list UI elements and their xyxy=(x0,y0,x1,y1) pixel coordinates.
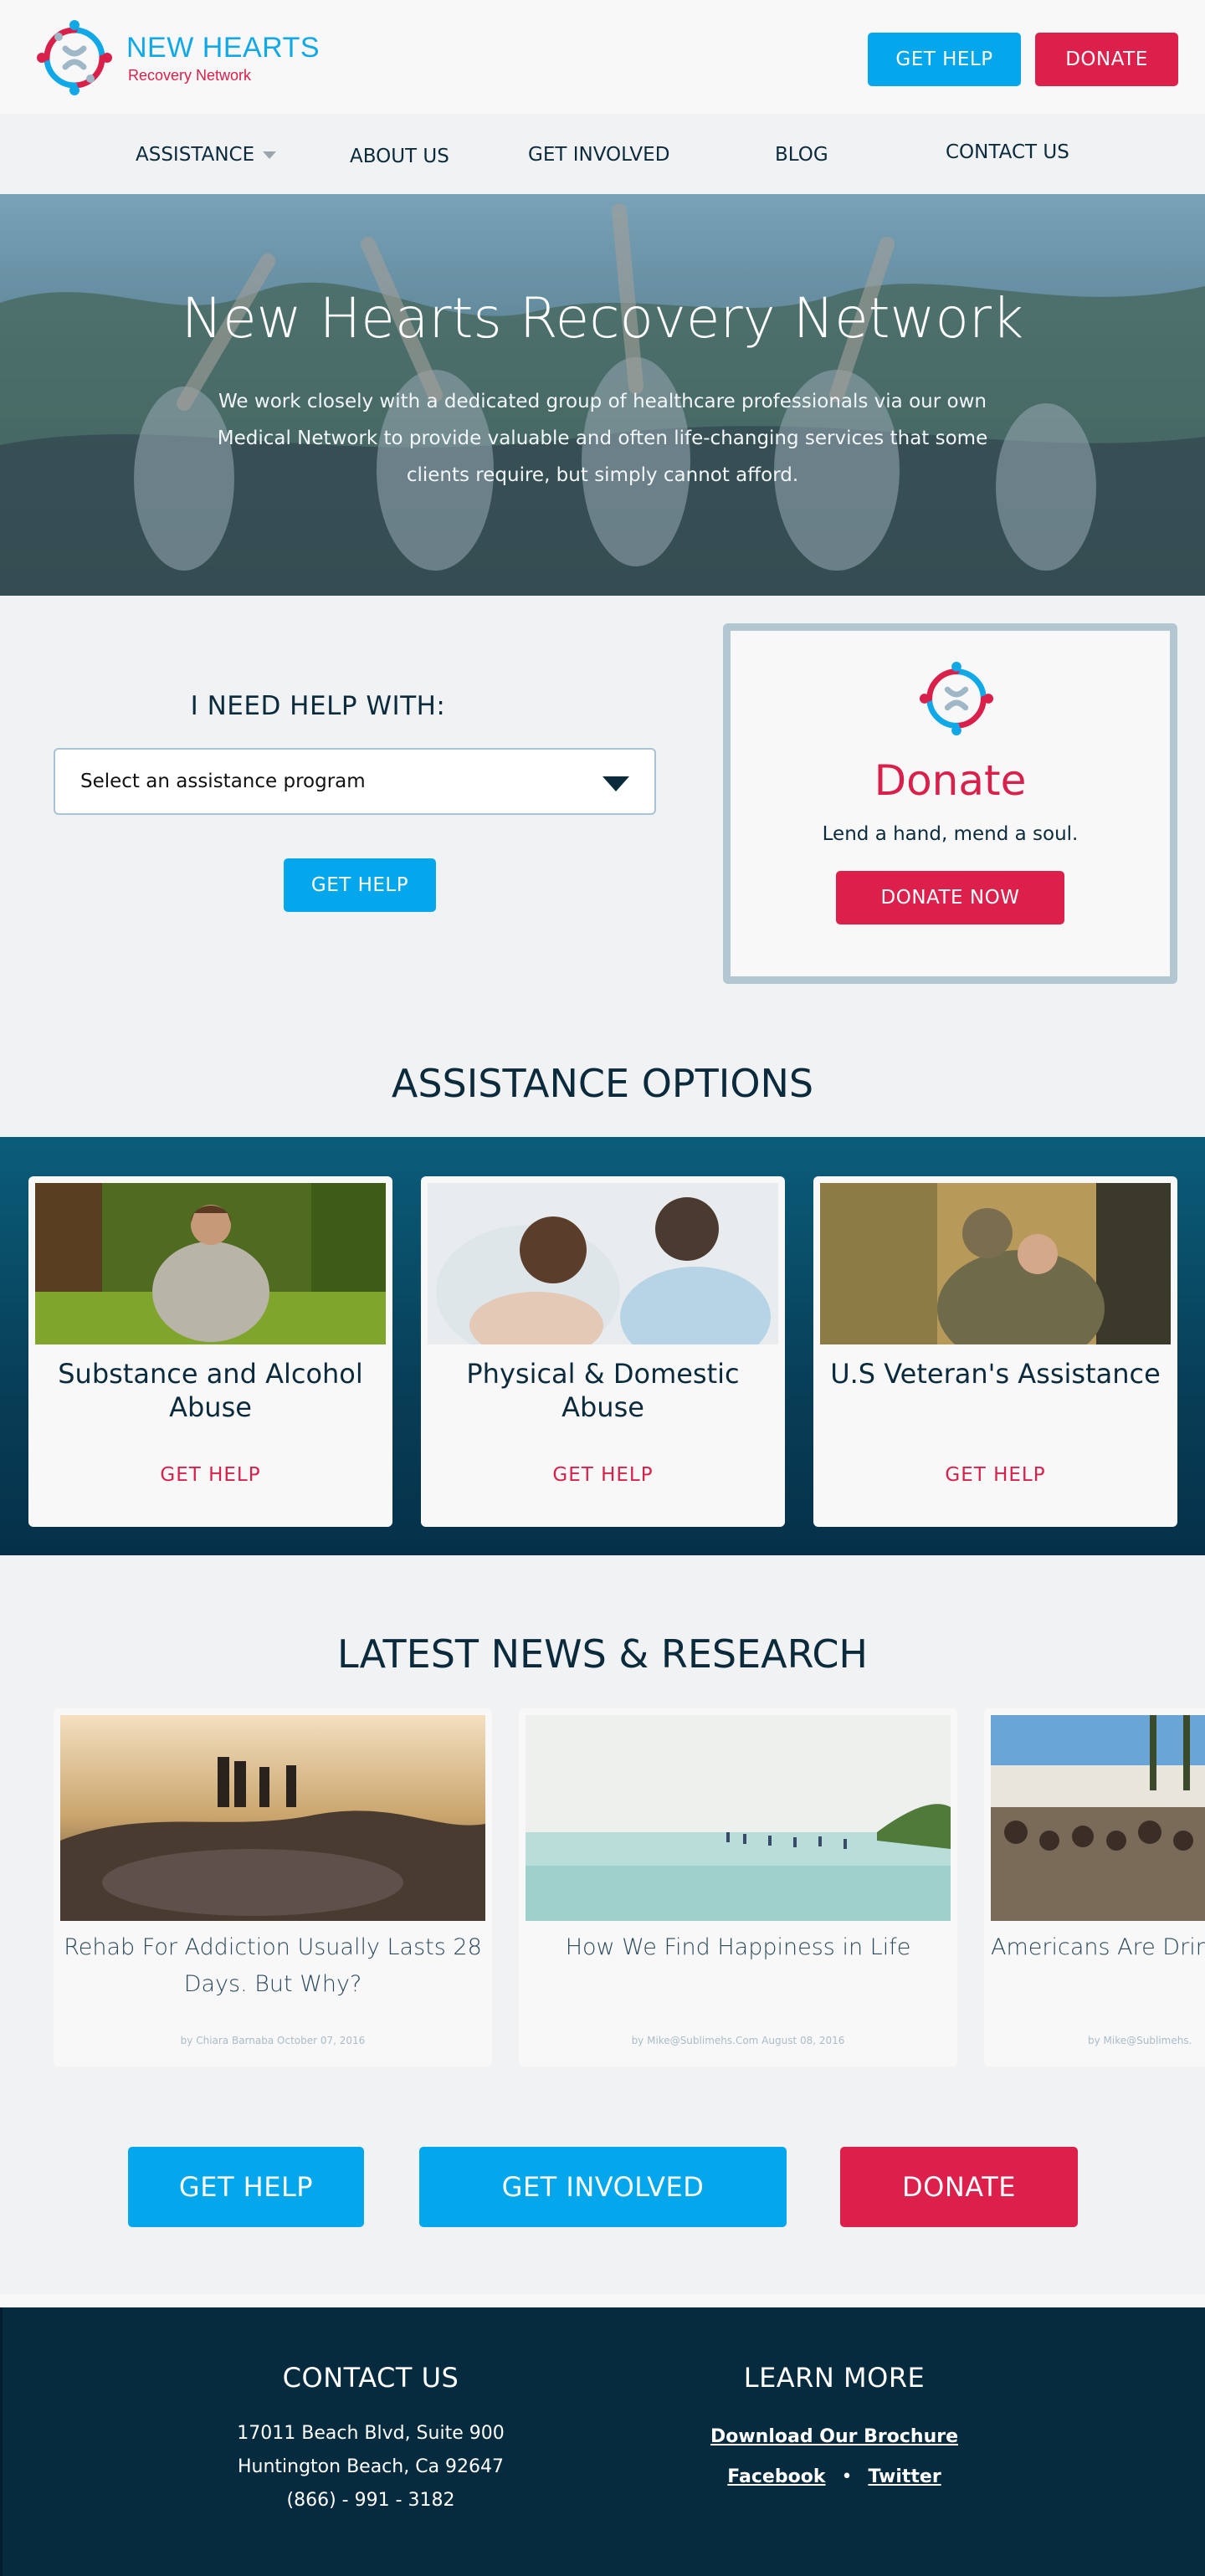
select-value: Select an assistance program xyxy=(80,771,366,792)
caret-down-icon xyxy=(263,151,277,159)
nav-item-about[interactable]: ABOUT US xyxy=(350,146,449,167)
crowd-market-photo xyxy=(991,1715,1205,1921)
help-heading: I NEED HELP WITH: xyxy=(190,691,446,721)
card-title: Substance and Alcohol Abuse xyxy=(58,1358,363,1423)
news-title[interactable]: Rehab For Addiction Usually Lasts 28 Day… xyxy=(64,1929,482,2003)
footer: CONTACT US 17011 Beach Blvd, Suite 900 H… xyxy=(0,2307,1205,2576)
veteran-photo xyxy=(820,1183,1171,1344)
hero-banner: New Hearts Recovery Network We work clos… xyxy=(0,194,1205,596)
beach-photo xyxy=(526,1715,951,1921)
news-card[interactable]: Americans Are Drin Especially by Mike@Su… xyxy=(984,1708,1205,2066)
news-meta: by Mike@Sublimehs.Com August 08, 2016 xyxy=(631,2035,845,2046)
nav-item-assistance[interactable]: ASSISTANCE xyxy=(136,144,277,166)
assistance-card[interactable]: U.S Veteran's Assistance GET HELP xyxy=(813,1176,1177,1527)
news-meta: by Chiara Barnaba October 07, 2016 xyxy=(180,2035,366,2046)
social-links: Facebook • Twitter xyxy=(667,2457,1002,2497)
sunset-hikers-photo xyxy=(60,1715,485,1921)
cta-get-help-button[interactable]: GET HELP xyxy=(128,2147,364,2227)
donate-now-button[interactable]: DONATE NOW xyxy=(836,871,1064,924)
news-title[interactable]: Americans Are Drin Especially xyxy=(991,1929,1205,1966)
nav-item-blog[interactable]: BLOG xyxy=(775,144,828,166)
card-title: Physical & Domestic Abuse xyxy=(466,1358,740,1423)
brand-subtitle: Recovery Network xyxy=(128,67,252,84)
logo-icon[interactable] xyxy=(35,18,114,97)
bullet-separator: • xyxy=(841,2466,853,2487)
footer-address-line1: 17011 Beach Blvd, Suite 900 xyxy=(237,2423,505,2444)
top-header: NEW HEARTS Recovery Network GET HELP DON… xyxy=(0,0,1205,114)
header-get-help-button[interactable]: GET HELP xyxy=(868,33,1021,86)
caret-down-icon xyxy=(602,776,629,791)
cta-donate-button[interactable]: DONATE xyxy=(840,2147,1078,2227)
logo-icon xyxy=(919,661,994,736)
help-form-get-help-button[interactable]: GET HELP xyxy=(284,858,436,912)
footer-contact: CONTACT US 17011 Beach Blvd, Suite 900 H… xyxy=(203,2362,538,2517)
brochure-link[interactable]: Download Our Brochure xyxy=(667,2417,1002,2457)
cta-get-involved-button[interactable]: GET INVOLVED xyxy=(419,2147,787,2227)
nav-item-contact[interactable]: CONTACT US xyxy=(946,141,1069,163)
card-title: U.S Veteran's Assistance xyxy=(830,1358,1161,1390)
header-donate-button[interactable]: DONATE xyxy=(1035,33,1178,86)
news-meta: by Mike@Sublimehs. xyxy=(1088,2035,1192,2046)
card-get-help-link[interactable]: GET HELP xyxy=(421,1464,785,1486)
news-title[interactable]: How We Find Happiness in Life xyxy=(529,1929,947,1966)
footer-separator xyxy=(0,2294,1205,2307)
card-get-help-link[interactable]: GET HELP xyxy=(28,1464,392,1486)
footer-contact-heading: CONTACT US xyxy=(282,2362,459,2394)
hero-description: We work closely with a dedicated group o… xyxy=(217,391,988,486)
twitter-link[interactable]: Twitter xyxy=(868,2466,941,2487)
donate-tagline: Lend a hand, mend a soul. xyxy=(822,823,1079,845)
news-heading: LATEST NEWS & RESEARCH xyxy=(336,1631,869,1677)
footer-address-line2: Huntington Beach, Ca 92647 xyxy=(237,2456,505,2477)
meditation-photo xyxy=(35,1183,386,1344)
news-card[interactable]: Rehab For Addiction Usually Lasts 28 Day… xyxy=(54,1708,492,2066)
assistance-card[interactable]: Substance and Alcohol Abuse GET HELP xyxy=(28,1176,392,1527)
main-nav: ASSISTANCE ABOUT US GET INVOLVED BLOG CO… xyxy=(0,114,1205,194)
nav-item-get-involved[interactable]: GET INVOLVED xyxy=(528,144,669,166)
facebook-link[interactable]: Facebook xyxy=(727,2466,825,2487)
card-get-help-link[interactable]: GET HELP xyxy=(813,1464,1177,1486)
assistance-card[interactable]: Physical & Domestic Abuse GET HELP xyxy=(421,1176,785,1527)
footer-phone[interactable]: (866) - 991 - 3182 xyxy=(203,2484,538,2517)
footer-learn-heading: LEARN MORE xyxy=(743,2362,926,2394)
couple-comfort-photo xyxy=(428,1183,778,1344)
footer-learn-more: LEARN MORE Download Our Brochure Faceboo… xyxy=(667,2362,1002,2497)
assistance-heading: ASSISTANCE OPTIONS xyxy=(391,1061,814,1106)
donate-title: Donate xyxy=(874,756,1027,805)
brand-name[interactable]: NEW HEARTS xyxy=(126,32,320,64)
news-card[interactable]: How We Find Happiness in Life by Mike@Su… xyxy=(519,1708,957,2066)
hero-title: New Hearts Recovery Network xyxy=(181,286,1024,351)
donate-panel: Donate Lend a hand, mend a soul. DONATE … xyxy=(723,623,1177,984)
assistance-program-select[interactable]: Select an assistance program xyxy=(54,748,656,815)
nav-assistance-label: ASSISTANCE xyxy=(136,144,255,166)
